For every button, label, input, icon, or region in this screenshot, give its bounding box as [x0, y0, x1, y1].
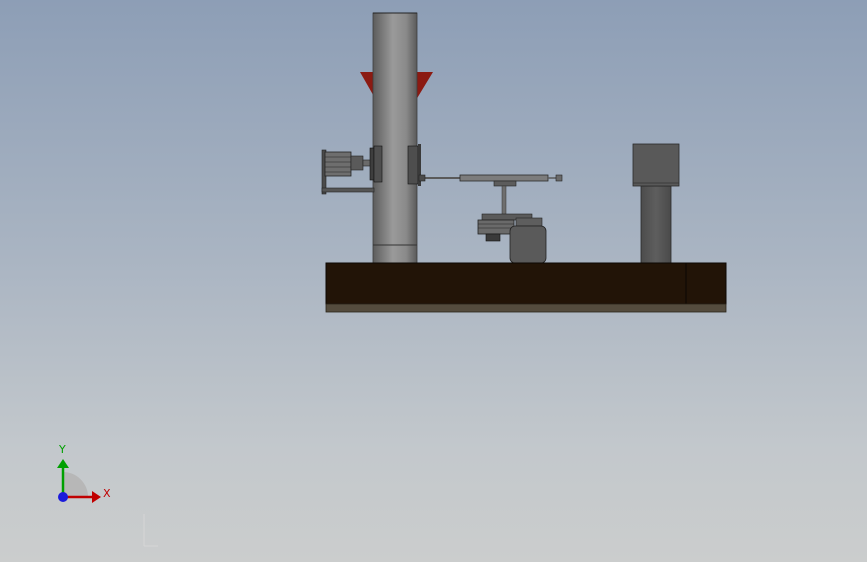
base-platform-bottom[interactable] — [325, 303, 727, 313]
rod-end-block — [418, 174, 426, 182]
assembly-model[interactable] — [0, 0, 867, 562]
control-box[interactable] — [632, 143, 680, 187]
beam-bracket — [493, 180, 517, 187]
funnel-right-fin — [416, 72, 433, 100]
base-platform-top[interactable] — [325, 262, 727, 305]
beam-end-cap — [555, 174, 563, 182]
axis-x-label: X — [103, 487, 111, 500]
right-clamp-plate[interactable] — [407, 145, 419, 185]
pedestal-post[interactable] — [640, 185, 672, 265]
cad-viewport[interactable]: Y X — [0, 0, 867, 562]
vertical-column[interactable] — [372, 12, 418, 266]
horizontal-beam[interactable] — [459, 174, 549, 182]
axis-y-label: Y — [59, 443, 66, 456]
coordinate-triad-icon[interactable] — [57, 459, 101, 503]
lower-motor-assembly[interactable] — [477, 213, 547, 264]
vertical-shaft[interactable] — [501, 185, 507, 217]
